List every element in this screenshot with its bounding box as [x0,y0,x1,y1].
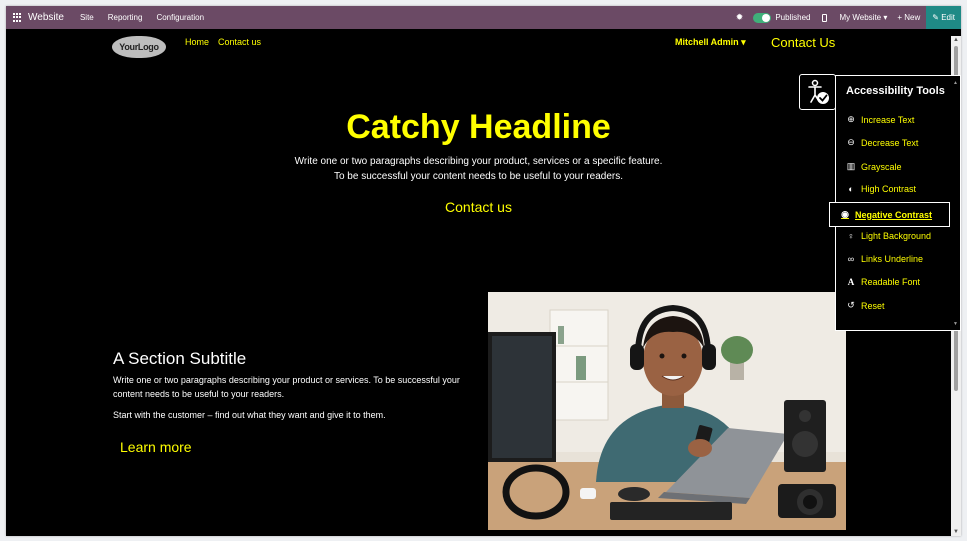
panel-scroll-down-icon[interactable]: ▼ [953,321,958,327]
menu-reporting[interactable]: Reporting [108,13,143,22]
accessibility-panel: ▲ Accessibility Tools ⊕ Increase Text ⊖ … [829,75,961,331]
tool-label: Reset [861,300,885,311]
site-logo[interactable]: YourLogo [112,36,166,58]
nav-contact-us[interactable]: Contact us [218,37,261,47]
reset-icon: ↺ [847,300,855,310]
app-name: Website [28,12,64,23]
tool-readable-font[interactable]: A Readable Font [846,277,920,287]
header-contact-button[interactable]: Contact Us [771,35,835,50]
app-brand[interactable]: Website [13,12,64,23]
website-selector[interactable]: My Website ▾ [839,13,887,22]
hero-contact-link-text[interactable]: Contact us [445,199,512,215]
hero-line-2: To be successful your content needs to b… [333,171,624,182]
accessibility-panel-title: Accessibility Tools [846,85,945,97]
tool-label: Readable Font [861,277,921,287]
section-paragraph-2: Start with the customer – find out what … [113,410,386,420]
scroll-down-arrow-icon[interactable]: ▼ [953,529,959,535]
tool-grayscale[interactable]: ▥ Grayscale [846,161,902,172]
section-subtitle: A Section Subtitle [113,349,247,368]
accessibility-toggle-button[interactable] [799,74,836,110]
hero-text: Write one or two paragraphs describing y… [6,154,951,184]
hero-contact-link: Contact us [6,199,951,215]
browser-viewport: Website Site Reporting Configuration ✹ P… [6,6,961,536]
tool-reset[interactable]: ↺ Reset [846,300,885,311]
barcode-icon: ▥ [846,161,856,171]
menu-configuration[interactable]: Configuration [156,13,204,22]
hero-line-1: Write one or two paragraphs describing y… [294,156,663,167]
scroll-up-arrow-icon[interactable]: ▲ [953,37,959,43]
zoom-in-icon: ⊕ [847,114,855,124]
section-photo [488,292,846,530]
tool-label: Light Background [861,231,932,241]
tool-label: Decrease Text [861,137,919,148]
odoo-topbar: Website Site Reporting Configuration ✹ P… [6,6,961,29]
eye-icon: ◉ [841,209,849,219]
menu-site[interactable]: Site [80,13,94,22]
learn-more-link[interactable]: Learn more [120,439,192,455]
tool-label: High Contrast [861,184,917,194]
accessibility-person-icon [808,79,829,104]
tool-light-background[interactable]: ♀ Light Background [846,231,931,241]
tool-increase-text[interactable]: ⊕ Increase Text [846,114,914,125]
published-toggle[interactable] [753,12,772,23]
contrast-icon: ◐ [848,184,854,194]
font-icon: A [847,277,855,287]
apps-grid-icon[interactable] [13,13,22,22]
tool-label: Negative Contrast [855,209,933,220]
tool-label: Grayscale [861,161,902,172]
hero-headline: Catchy Headline [346,108,611,146]
panel-scroll-up-icon[interactable]: ▲ [953,80,958,86]
site-header: YourLogo Home Contact us Mitchell Admin … [6,29,961,65]
tool-label: Links Underline [861,254,924,264]
zoom-out-icon: ⊖ [847,137,855,147]
tool-links-underline[interactable]: ∞ Links Underline [846,254,923,264]
tool-high-contrast[interactable]: ◐ High Contrast [846,184,916,194]
tool-decrease-text[interactable]: ⊖ Decrease Text [846,137,918,148]
user-menu[interactable]: Mitchell Admin ▾ [675,37,746,48]
tool-label: Increase Text [861,114,915,125]
nav-home[interactable]: Home [185,37,209,47]
link-icon: ∞ [847,254,855,264]
edit-button[interactable]: ✎ Edit [926,6,961,29]
new-button[interactable]: + New [897,13,920,22]
lightbulb-icon: ♀ [847,231,855,241]
tool-negative-contrast[interactable]: ◉ Negative Contrast [829,202,950,227]
published-label: Published [775,13,811,22]
section-paragraph-1: Write one or two paragraphs describing y… [113,375,460,399]
mobile-preview-icon[interactable] [822,13,828,22]
bug-icon[interactable]: ✹ [736,12,744,23]
